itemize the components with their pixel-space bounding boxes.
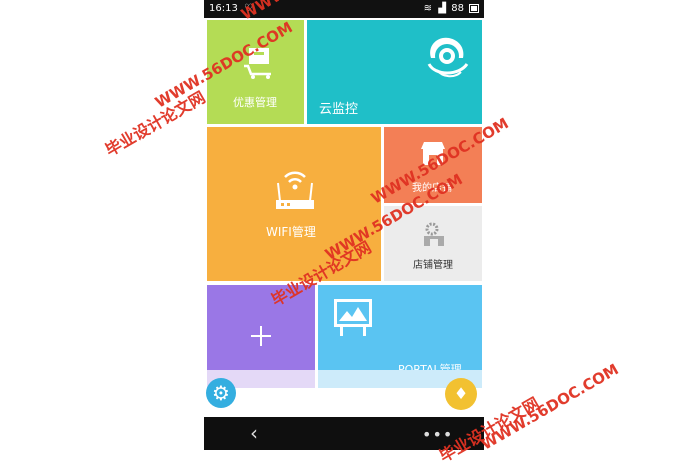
gear-icon	[424, 222, 444, 246]
phone-screen: 16:13 ♡ ≋ ▟ 88 优惠管理 云监控 WIFI管理 我的店铺 店铺管理…	[204, 0, 484, 450]
wifi-signal-icon: ≋	[423, 3, 432, 14]
cell-signal-icon: ▟	[438, 3, 446, 14]
settings-button[interactable]: ⚙	[206, 378, 236, 408]
camera-icon	[427, 37, 469, 78]
diamond-icon: ♦	[453, 384, 469, 403]
vip-button[interactable]: ♦	[445, 378, 477, 410]
battery-icon	[469, 4, 479, 13]
battery-level: 88	[451, 3, 464, 14]
status-time: 16:13	[209, 3, 238, 14]
tile-cloud-monitor[interactable]: 云监控	[307, 20, 482, 124]
tile-cloud-label: 云监控	[319, 102, 359, 117]
tile-wifi-label: WIFI管理	[266, 225, 316, 239]
back-icon[interactable]: ‹	[250, 421, 258, 445]
tile-promo-label: 优惠管理	[233, 96, 277, 109]
router-icon	[276, 171, 314, 209]
plus-icon	[251, 326, 271, 346]
tile-shopmgr-label: 店铺管理	[413, 260, 453, 271]
settings-icon: ⚙	[212, 381, 230, 405]
billboard-icon	[334, 299, 372, 336]
